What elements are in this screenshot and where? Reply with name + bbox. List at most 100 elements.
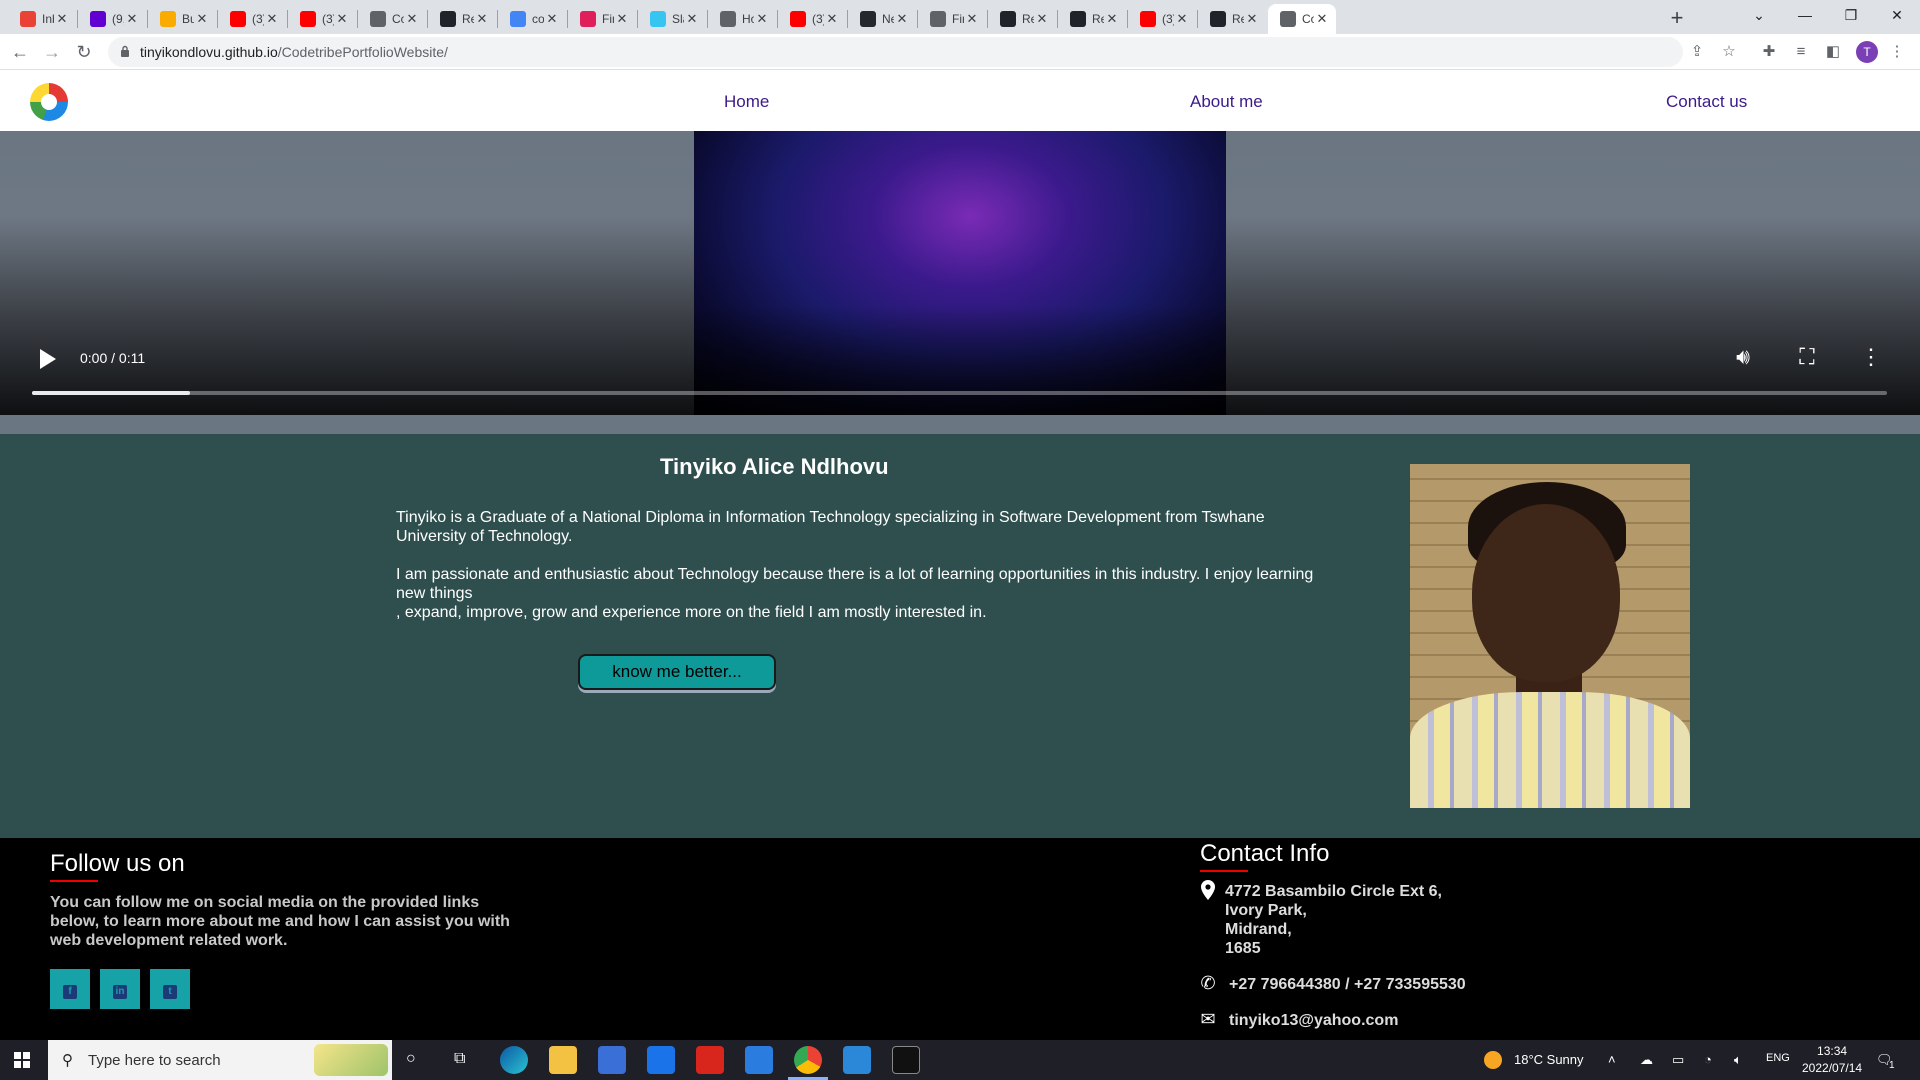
tab-close-icon[interactable]: ✕ xyxy=(824,11,840,27)
browser-tab[interactable]: (3) D✕ xyxy=(288,4,356,34)
contact-email[interactable]: tinyiko13@yahoo.com xyxy=(1229,1011,1398,1030)
location-pin-icon xyxy=(1198,880,1218,900)
browser-tab[interactable]: Fire✕ xyxy=(918,4,986,34)
tab-close-icon[interactable]: ✕ xyxy=(194,11,210,27)
browser-tab[interactable]: Cod✕ xyxy=(1268,4,1336,34)
facebook-icon[interactable]: f xyxy=(50,969,90,1009)
tab-search-icon[interactable]: ⌄ xyxy=(1736,0,1782,30)
speaker-icon[interactable]: 🔈︎ xyxy=(1734,1052,1742,1068)
browser-tab[interactable]: (3) F✕ xyxy=(218,4,286,34)
taskbar-search[interactable]: ⚲ Type here to search xyxy=(48,1040,392,1080)
nav-link-contact[interactable]: Contact us xyxy=(1666,92,1747,112)
bookmark-star-icon[interactable]: ☆ xyxy=(1717,40,1741,64)
browser-tab[interactable]: Rea✕ xyxy=(428,4,496,34)
tab-close-icon[interactable]: ✕ xyxy=(1244,11,1260,27)
tab-close-icon[interactable]: ✕ xyxy=(124,11,140,27)
extensions-icon[interactable]: ✚ xyxy=(1757,40,1781,64)
tab-close-icon[interactable]: ✕ xyxy=(334,11,350,27)
tab-close-icon[interactable]: ✕ xyxy=(264,11,280,27)
fullscreen-icon[interactable]: ⛶ xyxy=(1792,342,1822,372)
terminal-icon[interactable] xyxy=(892,1046,920,1074)
restore-button[interactable]: ❐ xyxy=(1828,0,1874,30)
profile-avatar[interactable]: T xyxy=(1856,41,1878,63)
chrome-icon[interactable] xyxy=(794,1046,822,1074)
video-progress-bar[interactable] xyxy=(32,391,1887,395)
vscode-icon[interactable] xyxy=(745,1046,773,1074)
cortana-icon[interactable]: ○ xyxy=(406,1050,416,1068)
follow-title-underline xyxy=(50,880,98,882)
browser-tab[interactable]: (3) F✕ xyxy=(1128,4,1196,34)
tab-close-icon[interactable]: ✕ xyxy=(1034,11,1050,27)
tab-close-icon[interactable]: ✕ xyxy=(964,11,980,27)
play-icon[interactable] xyxy=(40,349,56,369)
tab-close-icon[interactable]: ✕ xyxy=(404,11,420,27)
browser-tab[interactable]: New✕ xyxy=(848,4,916,34)
browser-tab[interactable]: Rea✕ xyxy=(1058,4,1126,34)
language-indicator[interactable]: ENG xyxy=(1766,1052,1790,1064)
tab-strip: Inbox✕(9,7✕Budg✕(3) F✕(3) D✕Con✕Rea✕coff… xyxy=(0,0,1920,34)
tab-close-icon[interactable]: ✕ xyxy=(894,11,910,27)
know-me-better-button[interactable]: know me better... xyxy=(578,654,776,690)
tab-close-icon[interactable]: ✕ xyxy=(1104,11,1120,27)
yahoo-mail-icon xyxy=(90,11,106,27)
microsoft-store-icon[interactable] xyxy=(598,1046,626,1074)
tray-chevron-icon[interactable]: ˄ xyxy=(1608,1052,1616,1067)
tab-title: (3) F xyxy=(812,12,824,26)
tab-close-icon[interactable]: ✕ xyxy=(1314,11,1330,27)
task-view-icon[interactable]: ⧉ xyxy=(454,1050,465,1068)
volume-icon[interactable]: 🔊︎ xyxy=(1728,342,1758,372)
acrobat-icon[interactable] xyxy=(696,1046,724,1074)
nav-link-home[interactable]: Home xyxy=(724,92,769,112)
browser-tab[interactable]: Rea✕ xyxy=(1198,4,1266,34)
browser-tab[interactable]: How✕ xyxy=(708,4,776,34)
browser-tab[interactable]: Budg✕ xyxy=(148,4,216,34)
browser-tab[interactable]: Inbox✕ xyxy=(8,4,76,34)
tab-close-icon[interactable]: ✕ xyxy=(54,11,70,27)
windows-start-icon[interactable] xyxy=(14,1052,30,1068)
back-icon[interactable]: ← xyxy=(8,40,32,64)
tab-close-icon[interactable]: ✕ xyxy=(1174,11,1190,27)
mail-icon[interactable] xyxy=(647,1046,675,1074)
weather-text[interactable]: 18°C Sunny xyxy=(1514,1052,1584,1067)
edge-icon[interactable] xyxy=(500,1046,528,1074)
file-explorer-icon[interactable] xyxy=(549,1046,577,1074)
address-bar[interactable]: tinyikondlovu.github.io/CodetribePortfol… xyxy=(108,37,1683,67)
twitter-icon[interactable]: t xyxy=(150,969,190,1009)
browser-tab[interactable]: Find✕ xyxy=(568,4,636,34)
onedrive-icon[interactable]: ☁ xyxy=(1640,1052,1653,1068)
browser-tab[interactable]: (9,7✕ xyxy=(78,4,146,34)
browser-tab[interactable]: Con✕ xyxy=(358,4,426,34)
tab-close-icon[interactable]: ✕ xyxy=(544,11,560,27)
new-tab-button[interactable]: + xyxy=(1663,4,1691,32)
linkedin-icon[interactable]: in xyxy=(100,969,140,1009)
browser-tab[interactable]: coff✕ xyxy=(498,4,566,34)
browser-tab[interactable]: Rea✕ xyxy=(988,4,1056,34)
wifi-icon[interactable]: ◔ xyxy=(1704,1052,1712,1067)
taskbar-clock[interactable]: 13:34 2022/07/14 xyxy=(1802,1043,1862,1077)
tab-close-icon[interactable]: ✕ xyxy=(614,11,630,27)
site-navbar: Home About me Contact us xyxy=(0,70,1920,131)
minimize-button[interactable]: — xyxy=(1782,0,1828,30)
browser-menu-icon[interactable]: ⋮ xyxy=(1885,40,1909,64)
youtube-icon xyxy=(1140,11,1156,27)
tab-close-icon[interactable]: ✕ xyxy=(474,11,490,27)
battery-icon[interactable]: ▭ xyxy=(1672,1052,1684,1068)
browser-tab[interactable]: (3) F✕ xyxy=(778,4,846,34)
close-window-button[interactable]: ✕ xyxy=(1874,0,1920,30)
site-logo[interactable] xyxy=(30,83,68,121)
forward-icon[interactable]: → xyxy=(40,40,64,64)
contact-phone: +27 796644380 / +27 733595530 xyxy=(1229,976,1466,993)
browser-tab[interactable]: Slac✕ xyxy=(638,4,706,34)
video-options-icon[interactable]: ⋮ xyxy=(1856,342,1886,372)
media-control-icon[interactable]: ≡ xyxy=(1789,40,1813,64)
nav-link-about[interactable]: About me xyxy=(1190,92,1263,112)
reload-icon[interactable]: ↻ xyxy=(72,40,96,64)
tab-close-icon[interactable]: ✕ xyxy=(684,11,700,27)
tab-close-icon[interactable]: ✕ xyxy=(754,11,770,27)
video-editor-icon[interactable] xyxy=(843,1046,871,1074)
address-line-4: 1685 xyxy=(1225,940,1261,957)
side-panel-icon[interactable]: ◧ xyxy=(1821,40,1845,64)
share-icon[interactable]: ⇪ xyxy=(1685,40,1709,64)
video-player[interactable]: 0:00 / 0:11 🔊︎ ⛶ ⋮ xyxy=(0,131,1920,415)
lock-icon xyxy=(121,45,129,57)
